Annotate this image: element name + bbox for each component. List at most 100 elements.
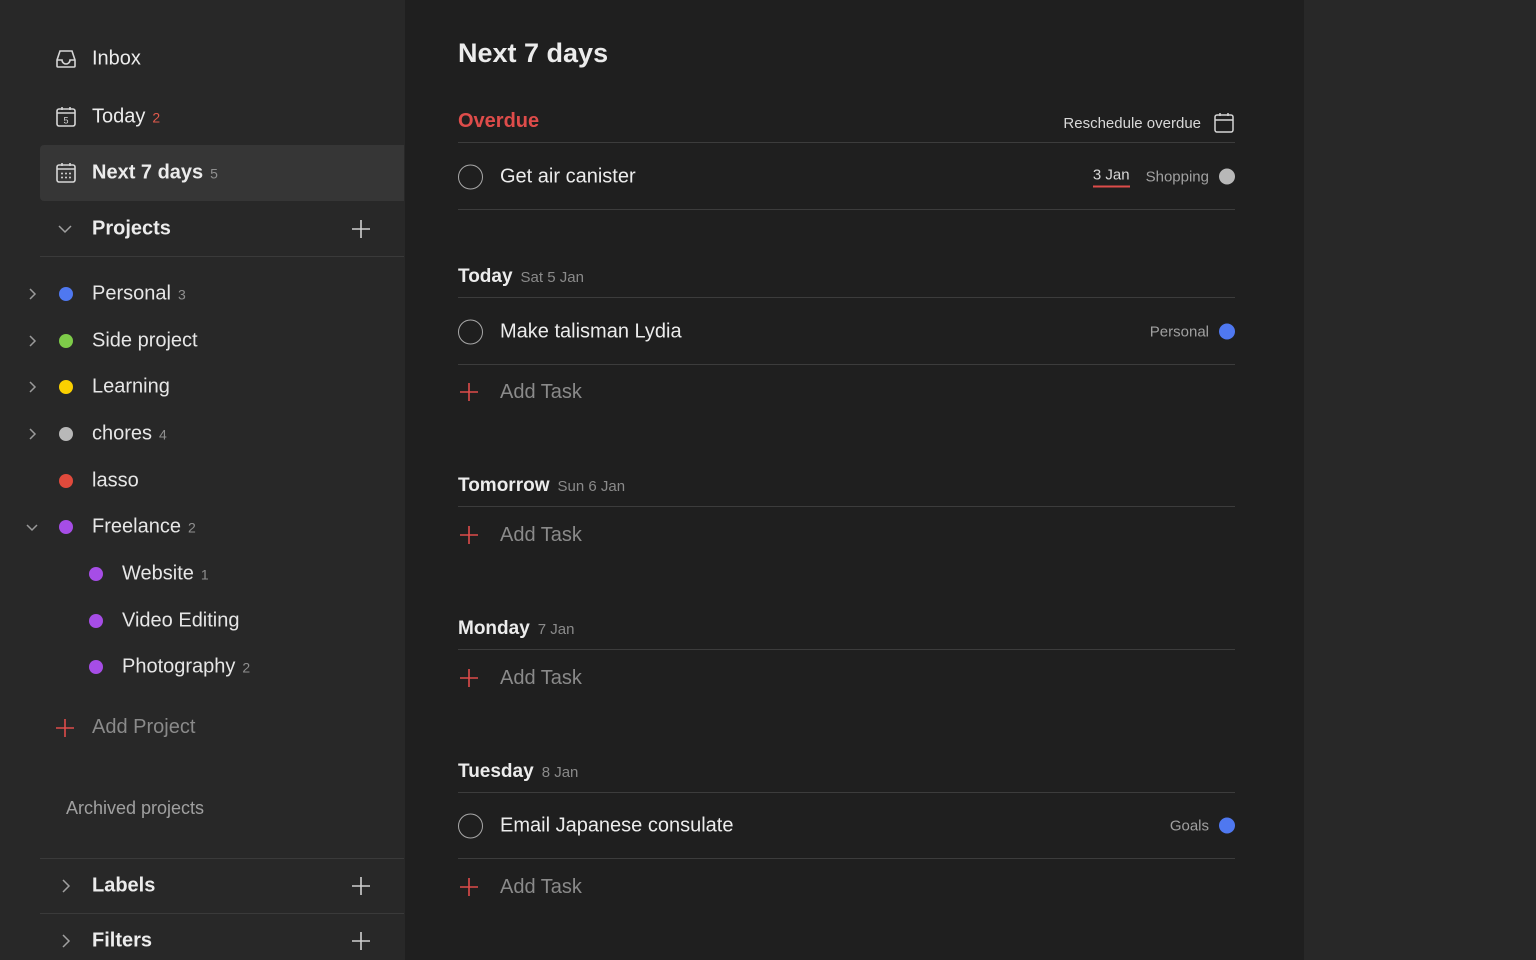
project-name: Video Editing bbox=[122, 609, 240, 632]
nav-today[interactable]: 5 Today 2 bbox=[40, 89, 404, 145]
task-content[interactable]: Email Japanese consulate bbox=[500, 814, 733, 837]
add-task-label: Add Task bbox=[500, 381, 582, 403]
day-title: Tomorrow Sun 6 Jan bbox=[458, 475, 626, 496]
project-name: Personal 3 bbox=[92, 282, 186, 305]
add-task-button[interactable]: Add Task bbox=[458, 660, 858, 696]
add-task-button[interactable]: Add Task bbox=[458, 517, 858, 553]
nav-next-7-days[interactable]: Next 7 days 5 bbox=[40, 145, 404, 201]
chevron-right-icon[interactable] bbox=[24, 426, 40, 442]
overdue-section-header: Overdue Reschedule overdue bbox=[458, 103, 1235, 143]
inbox-icon bbox=[56, 50, 76, 68]
plus-icon bbox=[460, 878, 478, 896]
project-item-photography[interactable]: Photography 2 bbox=[0, 647, 404, 687]
project-name: Learning bbox=[92, 375, 170, 398]
overdue-title: Overdue bbox=[458, 110, 540, 132]
add-project-button[interactable]: Add Project bbox=[52, 708, 352, 748]
project-color-dot bbox=[89, 614, 103, 628]
project-name: chores 4 bbox=[92, 422, 167, 445]
sidebar: Inbox 5 Today 2 Next 7 days 5 Projects P… bbox=[0, 0, 405, 960]
project-color-dot bbox=[59, 334, 73, 348]
task-project-dot bbox=[1219, 323, 1235, 340]
task-item[interactable]: Get air canister 3 Jan Shopping bbox=[458, 144, 1235, 210]
task-meta: Personal bbox=[1150, 323, 1235, 340]
nav-today-label: Today 2 bbox=[92, 105, 161, 128]
add-task-button[interactable]: Add Task bbox=[458, 374, 858, 410]
day-title: Monday 7 Jan bbox=[458, 618, 575, 639]
day-section-header-monday: Monday 7 Jan bbox=[458, 610, 1235, 650]
project-color-dot bbox=[59, 427, 73, 441]
project-item-chores[interactable]: chores 4 bbox=[0, 414, 404, 454]
task-project-name[interactable]: Shopping bbox=[1146, 168, 1209, 185]
today-count: 2 bbox=[152, 109, 161, 126]
chevron-down-icon[interactable] bbox=[24, 519, 40, 535]
day-title: Today Sat 5 Jan bbox=[458, 266, 584, 287]
add-filter-plus-icon[interactable] bbox=[350, 930, 372, 952]
project-item-lasso[interactable]: lasso bbox=[0, 461, 404, 501]
filters-title: Filters bbox=[92, 929, 153, 952]
task-project-name[interactable]: Goals bbox=[1170, 817, 1209, 834]
project-color-dot bbox=[59, 287, 73, 301]
day-section-header-today: Today Sat 5 Jan bbox=[458, 258, 1235, 298]
next-7-days-count: 5 bbox=[210, 165, 218, 182]
project-name: lasso bbox=[92, 469, 139, 492]
project-color-dot bbox=[59, 380, 73, 394]
task-checkbox[interactable] bbox=[458, 319, 483, 344]
task-content[interactable]: Make talisman Lydia bbox=[500, 320, 682, 343]
calendar-icon bbox=[1214, 113, 1234, 133]
main-content: Next 7 days Overdue Reschedule overdue G… bbox=[405, 0, 1304, 960]
project-color-dot bbox=[59, 474, 73, 488]
chevron-right-icon[interactable] bbox=[24, 333, 40, 349]
reschedule-overdue-button[interactable]: Reschedule overdue bbox=[1063, 112, 1235, 134]
add-label-plus-icon[interactable] bbox=[350, 875, 372, 897]
nav-next-7-days-label: Next 7 days 5 bbox=[92, 161, 218, 184]
filters-section-header[interactable]: Filters bbox=[40, 913, 404, 960]
add-task-label: Add Task bbox=[500, 524, 582, 546]
task-item[interactable]: Make talisman Lydia Personal bbox=[458, 299, 1235, 365]
nav-inbox-label: Inbox bbox=[92, 47, 141, 70]
plus-icon bbox=[460, 669, 478, 687]
task-checkbox[interactable] bbox=[458, 164, 483, 189]
labels-section-header[interactable]: Labels bbox=[40, 858, 404, 913]
project-name: Freelance 2 bbox=[92, 515, 196, 538]
right-empty-pane bbox=[1304, 0, 1536, 960]
task-meta: Goals bbox=[1170, 817, 1235, 834]
add-project-plus-icon[interactable] bbox=[350, 218, 372, 240]
today-icon-day: 5 bbox=[63, 116, 68, 126]
project-item-personal[interactable]: Personal 3 bbox=[0, 274, 404, 314]
project-name: Side project bbox=[92, 329, 198, 352]
project-item-side-project[interactable]: Side project bbox=[0, 321, 404, 361]
archived-projects-link[interactable]: Archived projects bbox=[66, 798, 204, 819]
add-project-label: Add Project bbox=[92, 716, 196, 738]
calendar-today-icon: 5 bbox=[56, 107, 76, 127]
project-item-video-editing[interactable]: Video Editing bbox=[0, 601, 404, 641]
task-project-dot bbox=[1219, 168, 1235, 185]
chevron-right-icon[interactable] bbox=[24, 379, 40, 395]
project-name: Photography 2 bbox=[122, 655, 251, 678]
projects-section-header[interactable]: Projects bbox=[40, 202, 404, 257]
chevron-right-icon[interactable] bbox=[56, 877, 74, 895]
project-item-freelance[interactable]: Freelance 2 bbox=[0, 507, 404, 547]
task-meta: 3 Jan Shopping bbox=[1092, 166, 1235, 187]
chevron-down-icon[interactable] bbox=[56, 220, 74, 238]
chevron-right-icon[interactable] bbox=[24, 286, 40, 302]
project-color-dot bbox=[89, 567, 103, 581]
day-section-header-tomorrow: Tomorrow Sun 6 Jan bbox=[458, 467, 1235, 507]
day-section-header-tuesday: Tuesday 8 Jan bbox=[458, 753, 1235, 793]
projects-title: Projects bbox=[92, 217, 171, 240]
task-project-dot bbox=[1219, 817, 1235, 834]
chevron-right-icon[interactable] bbox=[56, 932, 74, 950]
task-item[interactable]: Email Japanese consulate Goals bbox=[458, 793, 1235, 859]
project-item-website[interactable]: Website 1 bbox=[0, 554, 404, 594]
project-color-dot bbox=[59, 520, 73, 534]
plus-icon bbox=[460, 383, 478, 401]
project-item-learning[interactable]: Learning bbox=[0, 367, 404, 407]
task-checkbox[interactable] bbox=[458, 813, 483, 838]
calendar-week-icon bbox=[56, 163, 76, 183]
task-content[interactable]: Get air canister bbox=[500, 165, 636, 188]
add-task-button[interactable]: Add Task bbox=[458, 869, 858, 905]
add-task-label: Add Task bbox=[500, 667, 582, 689]
nav-inbox[interactable]: Inbox bbox=[40, 31, 404, 87]
task-due-date[interactable]: 3 Jan bbox=[1092, 166, 1130, 187]
task-project-name[interactable]: Personal bbox=[1150, 323, 1209, 340]
plus-icon bbox=[460, 526, 478, 544]
